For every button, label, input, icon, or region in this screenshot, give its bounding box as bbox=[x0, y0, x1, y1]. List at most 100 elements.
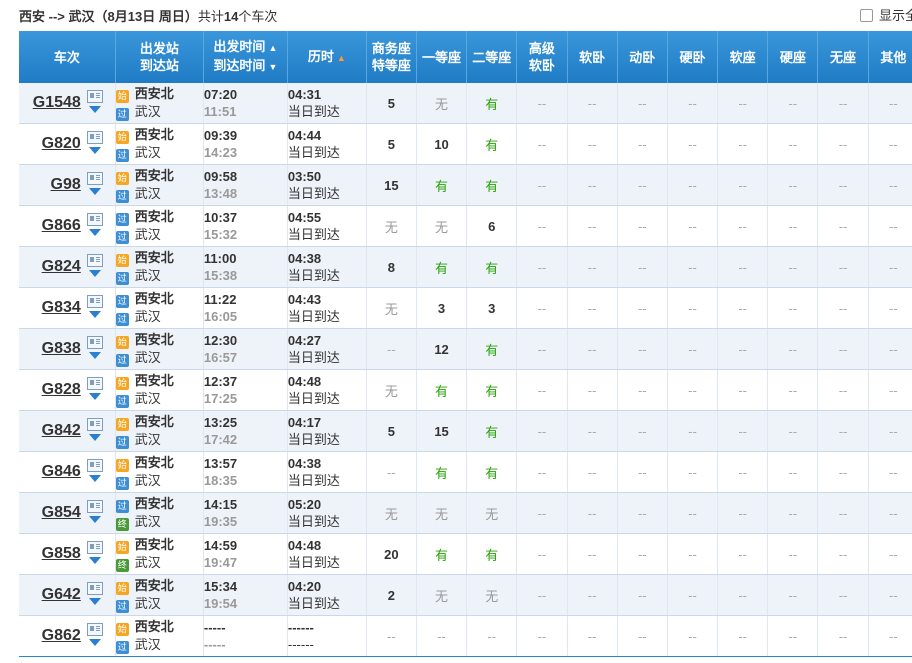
id-card-icon[interactable] bbox=[86, 500, 103, 513]
id-card-icon[interactable] bbox=[86, 582, 103, 595]
seat-availability-cell: 有 bbox=[466, 533, 518, 575]
train-number-link[interactable]: G824 bbox=[42, 258, 81, 276]
seat-availability-cell: -- bbox=[516, 205, 568, 247]
arrival-time: 16:05 bbox=[203, 309, 238, 324]
chevron-down-icon[interactable] bbox=[88, 598, 101, 605]
seat-availability: -- bbox=[487, 628, 497, 644]
seat-availability: -- bbox=[738, 423, 747, 439]
sort-by-departure[interactable]: 出发时间 ▲ bbox=[213, 39, 277, 54]
train-number-link[interactable]: G1548 bbox=[33, 94, 81, 112]
train-number-link[interactable]: G98 bbox=[51, 176, 81, 194]
seat-availability: -- bbox=[688, 628, 697, 644]
station-type-badge: 始 bbox=[115, 336, 129, 349]
train-number-link[interactable]: G858 bbox=[42, 545, 81, 563]
train-cell: G98 bbox=[19, 164, 116, 206]
header-time-arr: 到达时间 bbox=[213, 58, 266, 73]
to-station: 过武汉 bbox=[115, 144, 203, 162]
seat-availability-cell: -- bbox=[817, 328, 869, 370]
train-number-link[interactable]: G820 bbox=[42, 135, 81, 153]
seat-availability-cell: 10 bbox=[416, 123, 468, 165]
time-cell: 13:57 18:35 bbox=[203, 451, 288, 493]
chevron-down-icon[interactable] bbox=[88, 475, 101, 482]
chevron-down-icon[interactable] bbox=[88, 516, 101, 523]
id-card-icon[interactable] bbox=[86, 336, 103, 349]
id-card-icon[interactable] bbox=[86, 377, 103, 390]
chevron-down-icon[interactable] bbox=[88, 270, 101, 277]
seat-availability: -- bbox=[788, 259, 798, 275]
train-number-link[interactable]: G834 bbox=[42, 299, 81, 317]
train-cell: G642 bbox=[19, 574, 116, 616]
seat-availability: -- bbox=[587, 423, 597, 439]
id-card-icon[interactable] bbox=[86, 172, 103, 185]
chevron-down-icon[interactable] bbox=[88, 106, 101, 113]
station-type-badge: 过 bbox=[115, 395, 129, 408]
seat-availability: 5 bbox=[387, 95, 395, 111]
seat-availability: 有 bbox=[485, 342, 499, 358]
train-number-link[interactable]: G642 bbox=[42, 586, 81, 604]
chevron-down-icon[interactable] bbox=[88, 147, 101, 154]
train-number-link[interactable]: G846 bbox=[42, 463, 81, 481]
chevron-down-icon[interactable] bbox=[88, 434, 101, 441]
train-number-link[interactable]: G838 bbox=[42, 340, 81, 358]
arrival-day: 当日到达 bbox=[287, 596, 340, 611]
show-all-toggle[interactable]: 显示全 bbox=[860, 5, 912, 24]
header-seat: 二等座 bbox=[466, 31, 518, 83]
chevron-down-icon[interactable] bbox=[88, 188, 101, 195]
seat-availability: -- bbox=[637, 423, 647, 439]
id-card-icon[interactable] bbox=[86, 254, 103, 267]
seat-availability-cell: -- bbox=[667, 83, 719, 124]
chevron-down-icon[interactable] bbox=[88, 557, 101, 564]
chevron-down-icon[interactable] bbox=[88, 393, 101, 400]
station-cell: 始西安北过武汉 bbox=[115, 123, 204, 165]
from-station-name: 西安北 bbox=[134, 127, 174, 142]
seat-availability-cell: -- bbox=[767, 328, 819, 370]
seat-availability: -- bbox=[888, 587, 898, 603]
id-card-icon[interactable] bbox=[86, 459, 103, 472]
header-seat: 一等座 bbox=[416, 31, 468, 83]
id-card-icon[interactable] bbox=[86, 90, 103, 103]
id-card-icon[interactable] bbox=[86, 213, 103, 226]
arrival-day: 当日到达 bbox=[287, 391, 340, 406]
id-card-icon[interactable] bbox=[86, 418, 103, 431]
chevron-down-icon[interactable] bbox=[88, 311, 101, 318]
id-card-icon[interactable] bbox=[86, 295, 103, 308]
seat-availability-cell: 有 bbox=[416, 451, 468, 493]
arrival-day: ------ bbox=[287, 637, 314, 652]
seat-availability: 无 bbox=[435, 506, 449, 522]
seat-availability-cell: -- bbox=[567, 123, 618, 165]
id-card-icon[interactable] bbox=[86, 623, 103, 636]
seat-availability-cell: -- bbox=[567, 410, 618, 452]
train-number-link[interactable]: G866 bbox=[42, 217, 81, 235]
sort-by-duration[interactable]: 历时 ▲ bbox=[287, 31, 367, 83]
train-number-link[interactable]: G828 bbox=[42, 381, 81, 399]
train-row: G842 始西安北过武汉 13:25 17:42 04:17 当日到达 5 15 有 -- -- --… bbox=[19, 410, 912, 452]
seat-availability-cell: -- bbox=[817, 451, 869, 493]
seat-availability: -- bbox=[537, 628, 547, 644]
seat-availability: -- bbox=[788, 218, 798, 234]
train-number-link[interactable]: G862 bbox=[42, 627, 81, 645]
show-all-checkbox[interactable] bbox=[860, 9, 873, 22]
seat-availability: -- bbox=[888, 300, 898, 316]
seat-availability-cell: -- bbox=[617, 287, 668, 329]
train-number-link[interactable]: G842 bbox=[42, 422, 81, 440]
id-card-icon[interactable] bbox=[86, 131, 103, 144]
chevron-down-icon[interactable] bbox=[88, 229, 101, 236]
station-cell: 始西安北过武汉 bbox=[115, 164, 204, 206]
chevron-down-icon[interactable] bbox=[88, 352, 101, 359]
chevron-down-icon[interactable] bbox=[88, 639, 101, 646]
train-number-link[interactable]: G854 bbox=[42, 504, 81, 522]
seat-availability-cell: -- bbox=[667, 164, 719, 206]
seat-availability: -- bbox=[387, 341, 396, 357]
sort-by-arrival[interactable]: 到达时间 ▼ bbox=[213, 58, 277, 73]
from-station: 始西安北 bbox=[115, 167, 203, 185]
time-cell: 14:15 19:35 bbox=[203, 492, 288, 534]
seat-availability-cell: -- bbox=[567, 492, 618, 534]
id-card-icon[interactable] bbox=[86, 541, 103, 554]
duration-cell: ------ ------ bbox=[287, 615, 367, 657]
from-station-name: 西安北 bbox=[134, 291, 174, 306]
seat-availability-cell: -- bbox=[617, 328, 668, 370]
to-station-name: 武汉 bbox=[134, 596, 161, 611]
seat-availability-cell: -- bbox=[516, 328, 568, 370]
time-cell: 09:39 14:23 bbox=[203, 123, 288, 165]
seat-availability: -- bbox=[838, 546, 848, 562]
